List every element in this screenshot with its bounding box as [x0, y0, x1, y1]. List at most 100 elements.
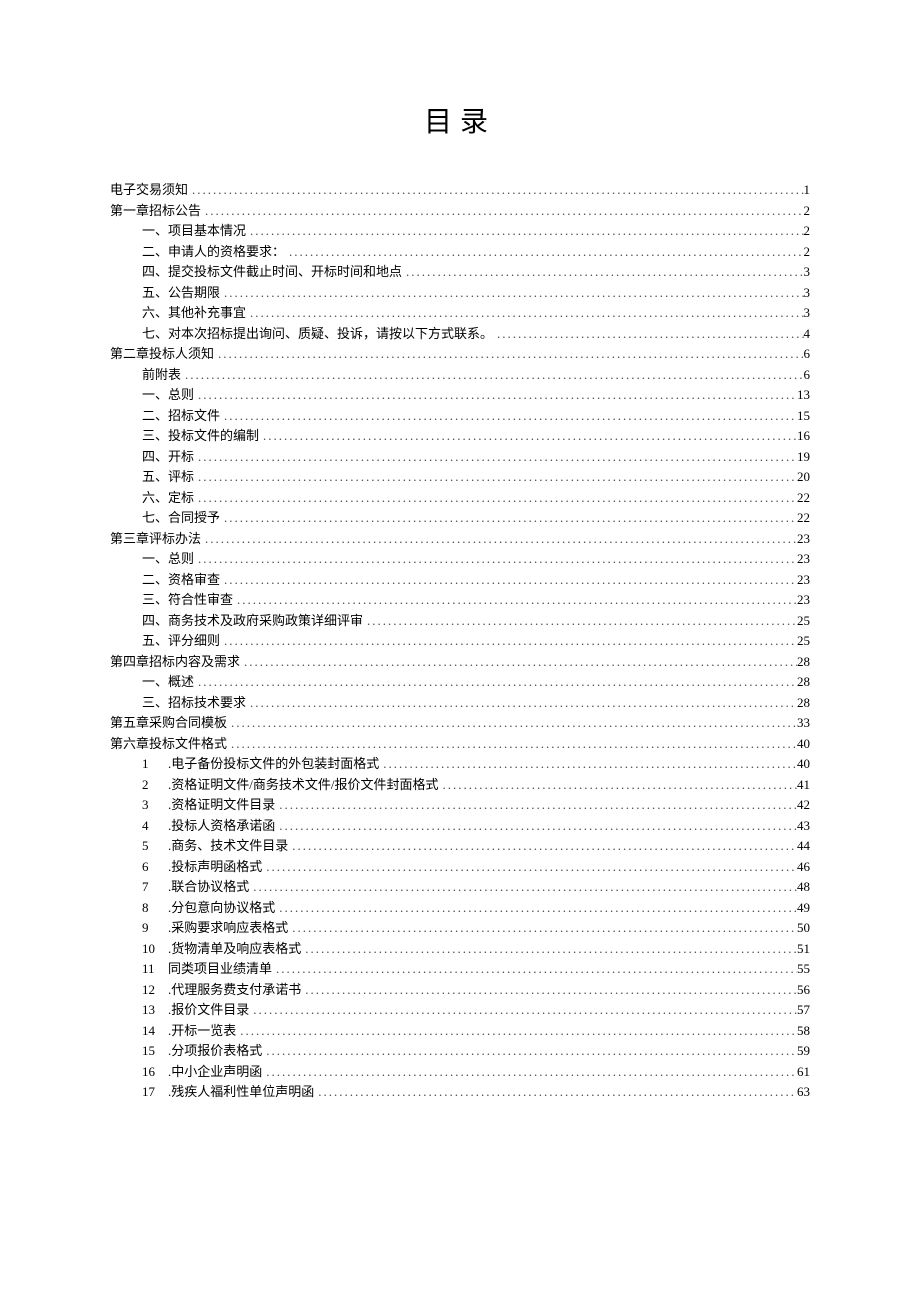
toc-entry-label: .商务、技术文件目录	[168, 836, 288, 857]
toc-entry: 第一章招标公告 ................................…	[110, 201, 810, 222]
toc-entry-number: 15	[142, 1041, 168, 1062]
toc-entry-page: 19	[797, 447, 810, 468]
toc-leader-dots: ........................................…	[246, 693, 797, 714]
toc-entry-number: 16	[142, 1062, 168, 1083]
toc-entry: 三、符合性审查 ................................…	[110, 590, 810, 611]
toc-entry-page: 6	[804, 365, 811, 386]
toc-entry-label: 七、合同授予	[142, 508, 220, 529]
toc-entry-label: .分项报价表格式	[168, 1041, 262, 1062]
toc-entry-label: 二、招标文件	[142, 406, 220, 427]
toc-leader-dots: ........................................…	[379, 754, 797, 775]
toc-entry: 二、招标文件 .................................…	[110, 406, 810, 427]
toc-leader-dots: ........................................…	[272, 959, 797, 980]
toc-entry: 一、总则 ...................................…	[110, 549, 810, 570]
toc-leader-dots: ........................................…	[249, 1000, 797, 1021]
toc-leader-dots: ........................................…	[246, 221, 803, 242]
toc-leader-dots: ........................................…	[438, 775, 797, 796]
toc-entry-label: 六、其他补充事宜	[142, 303, 246, 324]
toc-entry: 六、其他补充事宜 ...............................…	[110, 303, 810, 324]
toc-entry-label: .投标声明函格式	[168, 857, 262, 878]
toc-entry-label: 前附表	[142, 365, 181, 386]
toc-leader-dots: ........................................…	[233, 590, 797, 611]
toc-leader-dots: ........................................…	[188, 180, 803, 201]
toc-entry-number: 1	[142, 754, 168, 775]
toc-entry-label: .货物清单及响应表格式	[168, 939, 301, 960]
toc-entry-number: 8	[142, 898, 168, 919]
toc-entry: 五、评分细则 .................................…	[110, 631, 810, 652]
toc-leader-dots: ........................................…	[194, 447, 797, 468]
toc-entry: 9.采购要求响应表格式 ............................…	[110, 918, 810, 939]
toc-entry-page: 56	[797, 980, 810, 1001]
toc-entry-label: 第一章招标公告	[110, 201, 201, 222]
toc-entry-page: 3	[804, 283, 811, 304]
toc-entry-label: 一、总则	[142, 385, 194, 406]
toc-leader-dots: ........................................…	[288, 918, 797, 939]
toc-entry-label: 第五章采购合同模板	[110, 713, 227, 734]
toc-leader-dots: ........................................…	[285, 242, 803, 263]
toc-entry: 第六章投标文件格式 ..............................…	[110, 734, 810, 755]
toc-entry: 10.货物清单及响应表格式 ..........................…	[110, 939, 810, 960]
toc-entry: 3.资格证明文件目录 .............................…	[110, 795, 810, 816]
page-title: 目录	[110, 100, 810, 140]
toc-entry-page: 25	[797, 611, 810, 632]
toc-entry: 二、资格审查 .................................…	[110, 570, 810, 591]
page-container: 目录 电子交易须知 ..............................…	[0, 0, 920, 1183]
toc-entry-label: 一、概述	[142, 672, 194, 693]
toc-leader-dots: ........................................…	[275, 898, 797, 919]
toc-entry-page: 22	[797, 508, 810, 529]
toc-entry-page: 23	[797, 570, 810, 591]
toc-entry: 16.中小企业声明函 .............................…	[110, 1062, 810, 1083]
toc-leader-dots: ........................................…	[194, 672, 797, 693]
toc-entry: 三、投标文件的编制 ..............................…	[110, 426, 810, 447]
toc-leader-dots: ........................................…	[275, 795, 797, 816]
toc-entry-page: 13	[797, 385, 810, 406]
toc-entry: 1.电子备份投标文件的外包装封面格式 .....................…	[110, 754, 810, 775]
toc-entry: 5.商务、技术文件目录 ............................…	[110, 836, 810, 857]
toc-entry-page: 43	[797, 816, 810, 837]
toc-entry-page: 22	[797, 488, 810, 509]
toc-entry: 8.分包意向协议格式 .............................…	[110, 898, 810, 919]
toc-leader-dots: ........................................…	[314, 1082, 797, 1103]
toc-entry: 四、开标 ...................................…	[110, 447, 810, 468]
toc-entry: 三、招标技术要求 ...............................…	[110, 693, 810, 714]
toc-entry-label: 五、评分细则	[142, 631, 220, 652]
toc-entry: 五、评标 ...................................…	[110, 467, 810, 488]
toc-leader-dots: ........................................…	[227, 734, 797, 755]
toc-entry: 13.报价文件目录 ..............................…	[110, 1000, 810, 1021]
toc-entry-label: 第二章投标人须知	[110, 344, 214, 365]
toc-entry: 一、项目基本情况 ...............................…	[110, 221, 810, 242]
toc-entry: 七、对本次招标提出询问、质疑、投诉，请按以下方式联系。 ............…	[110, 324, 810, 345]
toc-entry-page: 23	[797, 549, 810, 570]
toc-leader-dots: ........................................…	[220, 406, 797, 427]
toc-entry-label: .联合协议格式	[168, 877, 249, 898]
toc-leader-dots: ........................................…	[262, 1062, 797, 1083]
toc-entry-label: .代理服务费支付承诺书	[168, 980, 301, 1001]
toc-entry-page: 4	[804, 324, 811, 345]
toc-entry-page: 6	[804, 344, 811, 365]
toc-entry-number: 11	[142, 959, 168, 980]
toc-entry: 一、总则 ...................................…	[110, 385, 810, 406]
toc-entry-page: 2	[804, 242, 811, 263]
toc-entry-label: 四、商务技术及政府采购政策详细评审	[142, 611, 363, 632]
toc-entry-page: 25	[797, 631, 810, 652]
toc-entry-label: 四、开标	[142, 447, 194, 468]
toc-leader-dots: ........................................…	[262, 1041, 797, 1062]
toc-entry: 第五章采购合同模板 ..............................…	[110, 713, 810, 734]
toc-entry-page: 2	[804, 221, 811, 242]
toc-entry: 电子交易须知 .................................…	[110, 180, 810, 201]
toc-entry-page: 55	[797, 959, 810, 980]
toc-leader-dots: ........................................…	[181, 365, 803, 386]
toc-entry: 2.资格证明文件/商务技术文件/报价文件封面格式 ...............…	[110, 775, 810, 796]
toc-entry: 五、公告期限 .................................…	[110, 283, 810, 304]
toc-entry-page: 51	[797, 939, 810, 960]
toc-entry-page: 59	[797, 1041, 810, 1062]
toc-leader-dots: ........................................…	[194, 385, 797, 406]
toc-leader-dots: ........................................…	[236, 1021, 797, 1042]
toc-leader-dots: ........................................…	[288, 836, 797, 857]
toc-entry-page: 61	[797, 1062, 810, 1083]
toc-entry-page: 1	[804, 180, 811, 201]
toc-entry-page: 41	[797, 775, 810, 796]
toc-leader-dots: ........................................…	[227, 713, 797, 734]
toc-leader-dots: ........................................…	[201, 201, 803, 222]
toc-entry-number: 4	[142, 816, 168, 837]
